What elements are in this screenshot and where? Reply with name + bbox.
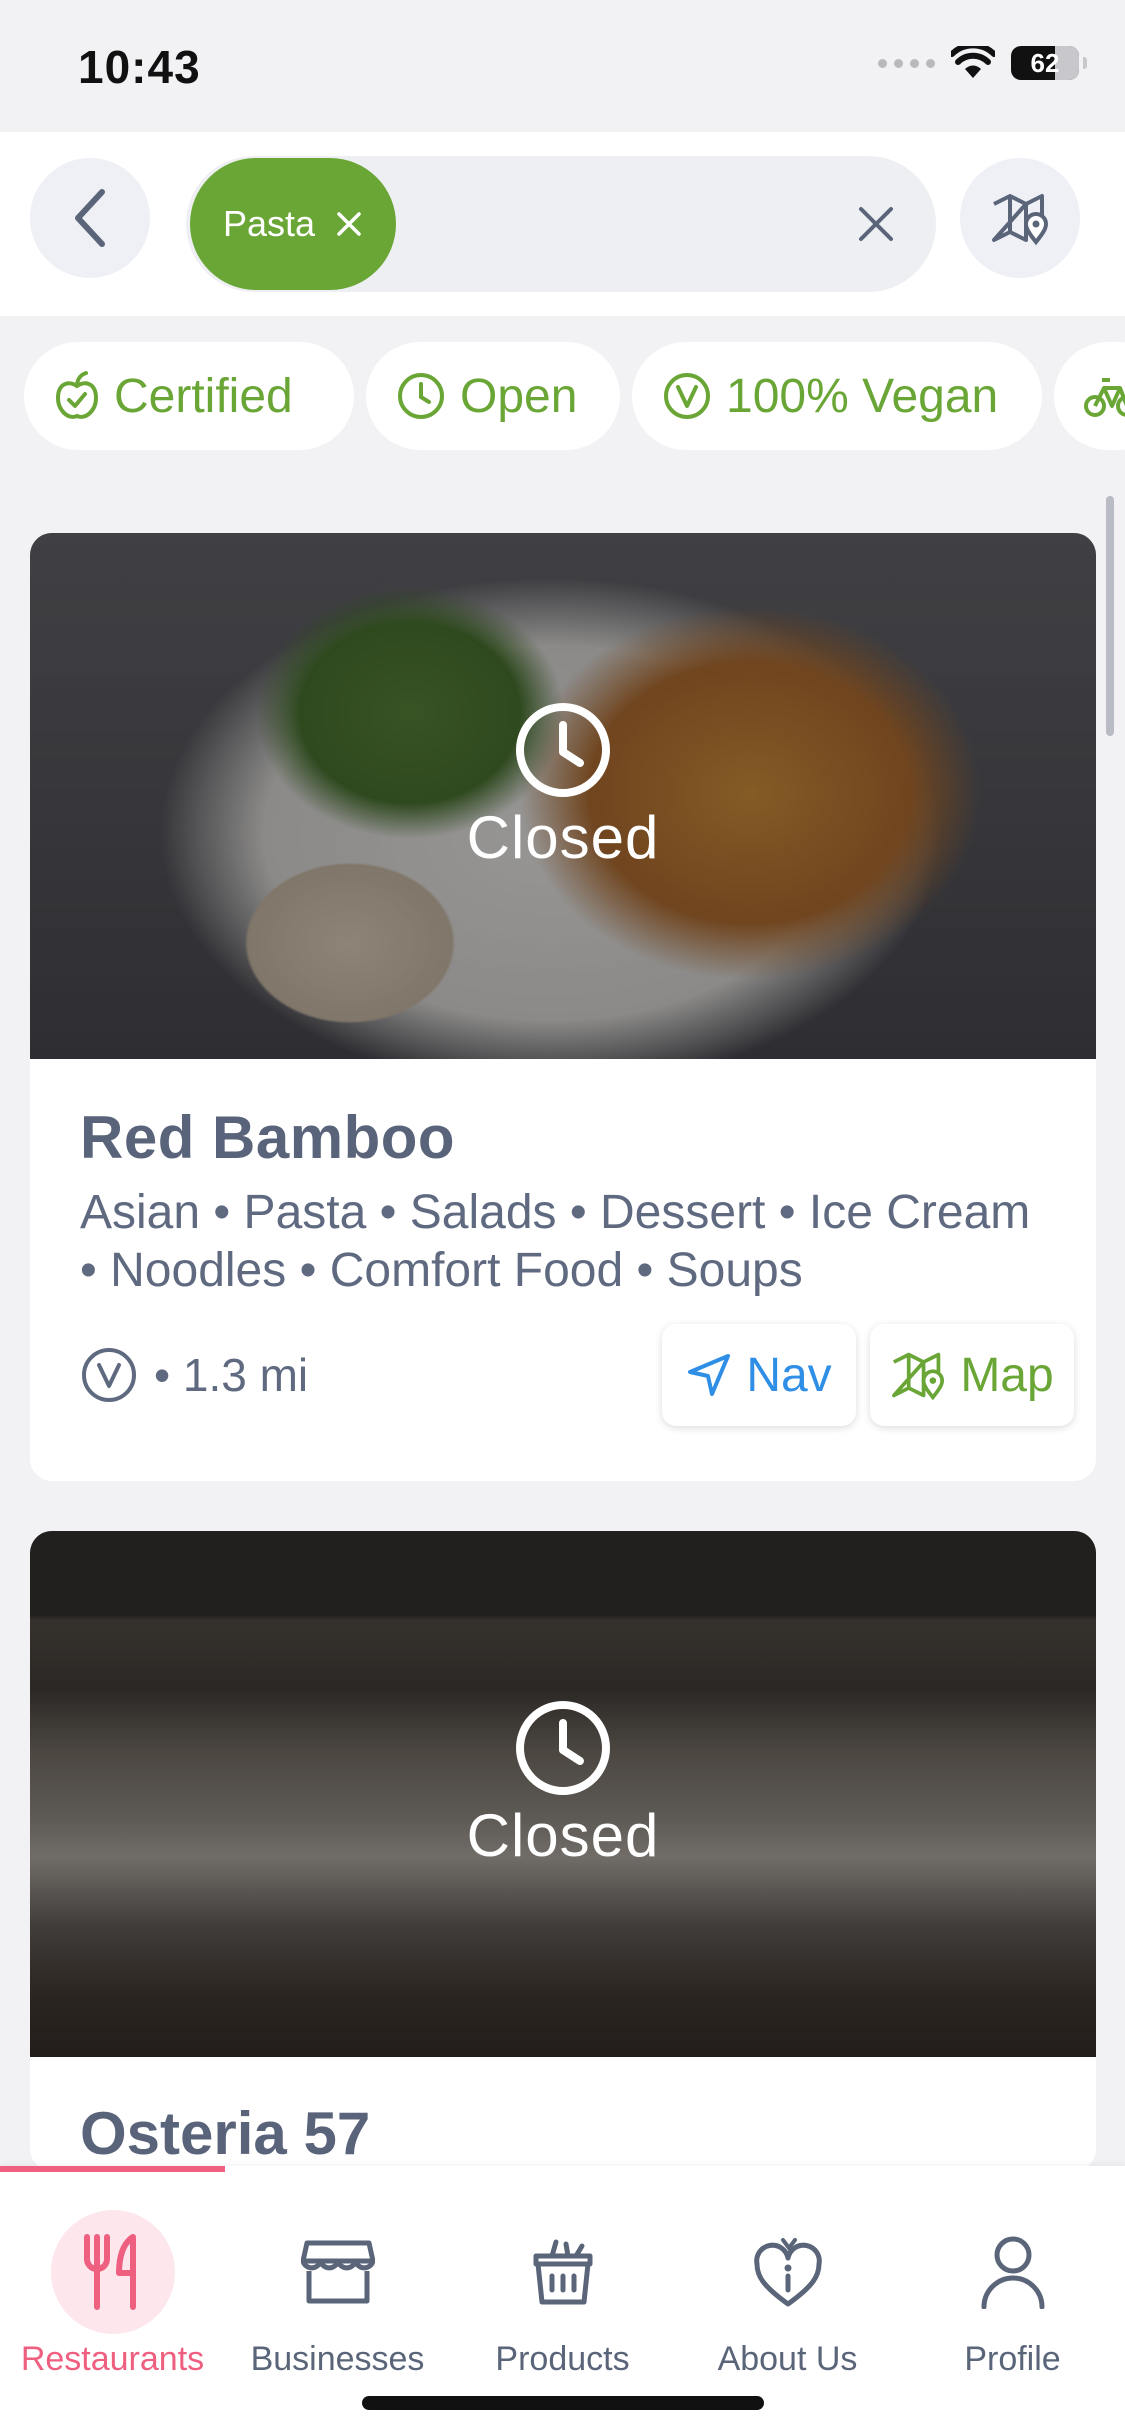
restaurant-photo: Closed xyxy=(30,1531,1096,2057)
filter-vegan[interactable]: 100% Vegan xyxy=(632,342,1042,450)
tab-label: Businesses xyxy=(250,2340,425,2378)
closed-status: Closed xyxy=(30,701,1096,872)
active-tab-indicator xyxy=(0,2166,225,2172)
tab-products[interactable]: Products xyxy=(450,2210,675,2379)
storefront-icon xyxy=(300,2240,375,2304)
vegan-v-icon xyxy=(82,1348,136,1402)
map-pin-icon xyxy=(992,194,1049,246)
clear-search-button[interactable] xyxy=(836,184,916,264)
closed-label: Closed xyxy=(466,804,660,871)
tab-label: Restaurants xyxy=(20,2340,205,2378)
scrollbar[interactable] xyxy=(1106,496,1114,736)
vegan-v-icon xyxy=(664,373,710,419)
filter-bar: Certified Open 100% Vegan xyxy=(0,316,1125,466)
back-button[interactable] xyxy=(30,158,150,278)
restaurant-photo: Closed xyxy=(30,533,1096,1059)
map-pin-icon xyxy=(892,1352,945,1401)
heart-info-icon xyxy=(753,2238,822,2307)
tab-restaurants[interactable]: Restaurants xyxy=(0,2210,225,2379)
map-button-label: Map xyxy=(960,1348,1054,1402)
search-header: Pasta xyxy=(0,132,1125,316)
battery-icon: 62 xyxy=(1011,46,1087,80)
tab-label: Profile xyxy=(964,2340,1061,2378)
grocery-bag-icon xyxy=(533,2239,592,2305)
status-icons: 62 xyxy=(878,46,1087,80)
tab-profile[interactable]: Profile xyxy=(900,2210,1125,2379)
filter-certified[interactable]: Certified xyxy=(24,342,354,450)
filter-open-label: Open xyxy=(460,369,578,423)
remove-chip-icon[interactable] xyxy=(335,210,363,238)
filter-open[interactable]: Open xyxy=(366,342,620,450)
tab-label: About Us xyxy=(717,2340,858,2378)
clock-icon xyxy=(516,703,610,797)
wifi-icon xyxy=(951,46,995,78)
map-button[interactable]: Map xyxy=(870,1324,1074,1426)
search-chip-label: Pasta xyxy=(222,203,316,244)
restaurant-categories: Asian • Pasta • Salads • Dessert • Ice C… xyxy=(80,1186,1031,1297)
user-icon xyxy=(981,2236,1044,2309)
restaurant-meta: • 1.3 mi Nav Map xyxy=(80,1324,1074,1428)
map-view-button[interactable] xyxy=(960,158,1080,278)
restaurant-distance: • 1.3 mi xyxy=(154,1349,309,1401)
signal-icon xyxy=(878,58,935,68)
nav-button-label: Nav xyxy=(746,1348,832,1402)
tab-label: Products xyxy=(495,2340,630,2378)
clock-icon xyxy=(398,373,444,419)
status-time: 10:43 xyxy=(78,41,201,93)
restaurant-name: Osteria 57 xyxy=(80,2100,371,2167)
tab-about-us[interactable]: About Us xyxy=(675,2210,900,2379)
chevron-left-icon xyxy=(75,189,105,247)
bicycle-icon xyxy=(1084,378,1125,417)
filter-vegan-label: 100% Vegan xyxy=(726,369,999,423)
fork-knife-icon xyxy=(83,2234,136,2310)
closed-label: Closed xyxy=(466,1802,660,1869)
restaurant-name: Red Bamboo xyxy=(80,1104,456,1171)
restaurant-card[interactable]: Closed Red Bamboo Asian • Pasta • Salads… xyxy=(30,533,1096,1481)
home-indicator[interactable] xyxy=(362,2396,764,2410)
apple-certified-icon xyxy=(55,371,99,419)
filter-certified-label: Certified xyxy=(114,369,293,423)
tab-businesses[interactable]: Businesses xyxy=(225,2210,450,2379)
navigation-arrow-icon xyxy=(688,1354,731,1396)
nav-button[interactable]: Nav xyxy=(662,1324,856,1426)
restaurant-card[interactable]: Closed Osteria 57 xyxy=(30,1531,1096,2171)
search-field[interactable]: Pasta xyxy=(186,156,936,292)
filter-delivery[interactable] xyxy=(1054,342,1125,450)
battery-level: 62 xyxy=(1030,47,1060,78)
clock-icon xyxy=(516,1701,610,1795)
search-chip-pasta[interactable]: Pasta xyxy=(190,158,396,290)
close-icon xyxy=(859,207,893,241)
closed-status: Closed xyxy=(30,1699,1096,1870)
status-bar: 10:43 62 xyxy=(0,0,1125,132)
